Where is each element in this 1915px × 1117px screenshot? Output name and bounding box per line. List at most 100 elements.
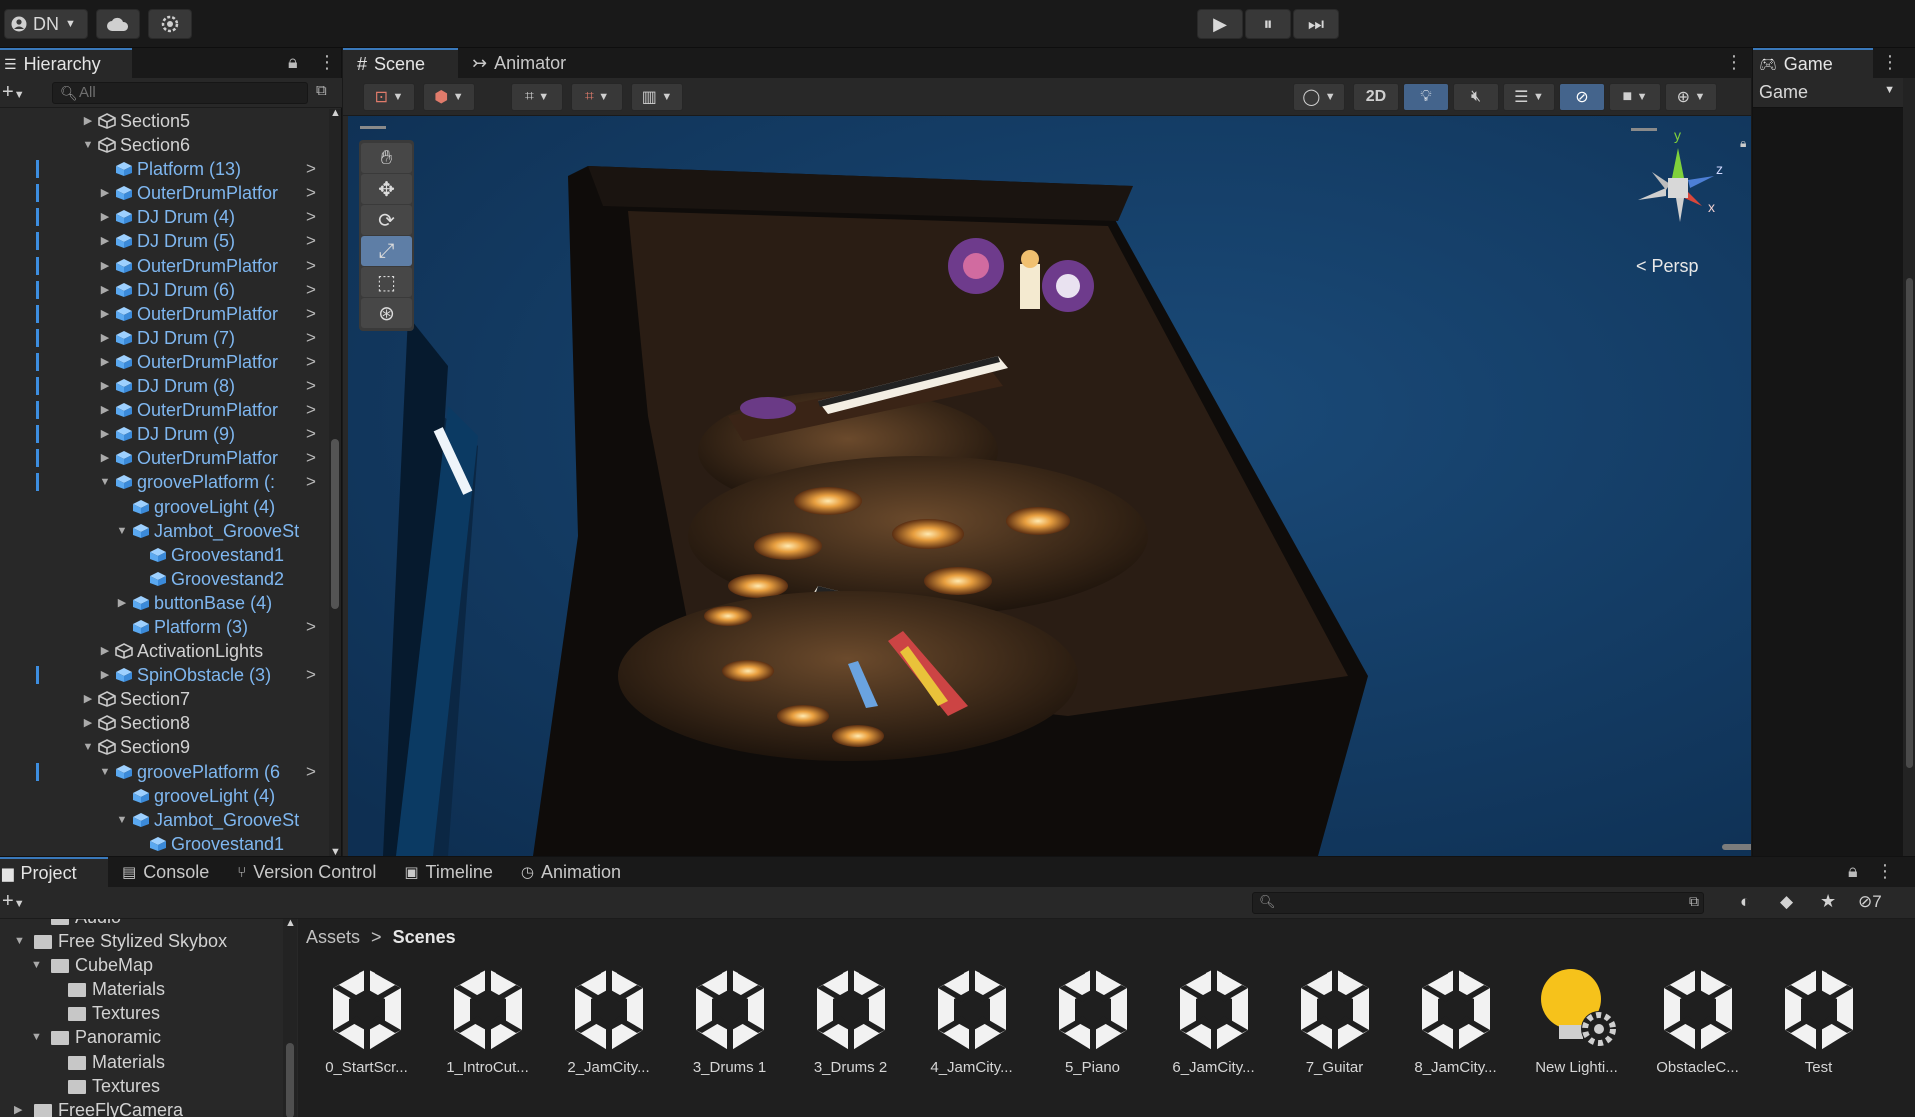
increment-snap-dropdown[interactable]: ⌗ ▼ xyxy=(571,83,623,111)
camera-dropdown[interactable]: ■ ▼ xyxy=(1609,83,1661,111)
scroll-up-icon[interactable]: ▲ xyxy=(330,107,341,119)
scrollbar-thumb[interactable] xyxy=(286,1043,294,1117)
hierarchy-item[interactable]: ▼ Jambot_GrooveSt xyxy=(0,519,328,543)
expand-arrow-icon[interactable]: ▼ xyxy=(115,808,129,832)
tab-hierarchy[interactable]: ☰ Hierarchy xyxy=(0,48,132,78)
folder-item[interactable]: Textures xyxy=(0,1074,283,1098)
expand-arrow-icon[interactable]: ▼ xyxy=(81,735,95,759)
chevron-right-icon[interactable]: > xyxy=(306,663,316,687)
hierarchy-item[interactable]: ▶ buttonBase (4) xyxy=(0,591,328,615)
scene-visibility-icon[interactable]: ⧉ xyxy=(316,82,327,99)
asset-item[interactable]: 6_JamCity... xyxy=(1161,967,1266,1076)
asset-item[interactable]: Test xyxy=(1766,967,1871,1076)
kebab-menu-icon[interactable]: ⋮ xyxy=(1876,861,1894,882)
expand-arrow-icon[interactable]: ▼ xyxy=(81,133,95,157)
expand-arrow-icon[interactable]: ▶ xyxy=(98,398,112,422)
chevron-right-icon[interactable]: > xyxy=(306,446,316,470)
hierarchy-item[interactable]: ▶ OuterDrumPlatfor > xyxy=(0,181,328,205)
kebab-menu-icon[interactable]: ⋮ xyxy=(1725,52,1743,73)
expand-arrow-icon[interactable]: ▶ xyxy=(81,109,95,133)
chevron-right-icon[interactable]: > xyxy=(306,181,316,205)
hierarchy-item[interactable]: ▶ SpinObstacle (3) > xyxy=(0,663,328,687)
filter-type-icon[interactable]: ◐ xyxy=(1740,892,1750,912)
breadcrumb-assets[interactable]: Assets xyxy=(306,927,360,947)
hierarchy-item[interactable]: ▶ OuterDrumPlatfor > xyxy=(0,446,328,470)
transform-tool[interactable]: ⊛ xyxy=(361,298,412,328)
expand-arrow-icon[interactable]: ▶ xyxy=(81,687,95,711)
collab-settings-button[interactable] xyxy=(148,9,192,39)
expand-arrow-icon[interactable]: ▶ xyxy=(98,278,112,302)
hierarchy-item[interactable]: ▶ DJ Drum (5) > xyxy=(0,229,328,253)
hierarchy-item[interactable]: ▼ Section6 xyxy=(0,133,328,157)
scroll-up-icon[interactable]: ▲ xyxy=(285,917,296,929)
hierarchy-item[interactable]: ▼ groovePlatform (: > xyxy=(0,470,328,494)
toggle-2d-button[interactable]: 2D xyxy=(1353,83,1399,111)
expand-arrow-icon[interactable]: ▼ xyxy=(31,1025,42,1049)
project-tree-scrollbar[interactable]: ▲ xyxy=(283,917,297,1117)
create-asset-button[interactable]: +▼ xyxy=(2,890,25,913)
expand-arrow-icon[interactable]: ▶ xyxy=(98,326,112,350)
kebab-menu-icon[interactable]: ⋮ xyxy=(318,52,336,73)
expand-arrow-icon[interactable]: ▼ xyxy=(14,929,25,953)
lock-icon[interactable]: 🔒︎ xyxy=(288,52,298,73)
lighting-toggle[interactable]: 💡︎ xyxy=(1403,83,1449,111)
search-options-icon[interactable]: ⧉ xyxy=(1689,893,1699,910)
account-dropdown[interactable]: DN ▼ xyxy=(4,9,88,39)
folder-item[interactable]: Materials xyxy=(0,1050,283,1074)
gizmo-lock-icon[interactable]: 🔒︎ xyxy=(1740,136,1746,151)
asset-item[interactable]: 8_JamCity... xyxy=(1403,967,1508,1076)
hierarchy-item[interactable]: ▶ DJ Drum (9) > xyxy=(0,422,328,446)
asset-item[interactable]: 4_JamCity... xyxy=(919,967,1024,1076)
expand-arrow-icon[interactable]: ▶ xyxy=(115,591,129,615)
expand-arrow-icon[interactable]: ▶ xyxy=(98,422,112,446)
chevron-right-icon[interactable]: > xyxy=(306,470,316,494)
chevron-right-icon[interactable]: > xyxy=(306,615,316,639)
asset-item[interactable]: New Lighti... xyxy=(1524,967,1629,1076)
hierarchy-item[interactable]: ▶ DJ Drum (4) > xyxy=(0,205,328,229)
asset-item[interactable]: 3_Drums 1 xyxy=(677,967,782,1076)
expand-arrow-icon[interactable]: ▼ xyxy=(115,519,129,543)
asset-item[interactable]: 0_StartScr... xyxy=(314,967,419,1076)
hierarchy-item[interactable]: ▶ OuterDrumPlatfor > xyxy=(0,350,328,374)
step-button[interactable]: ⏭ xyxy=(1293,9,1339,39)
folder-item[interactable]: ▼ Free Stylized Skybox xyxy=(0,929,283,953)
chevron-right-icon[interactable]: > xyxy=(306,278,316,302)
cloud-button[interactable] xyxy=(96,9,140,39)
orientation-gizmo[interactable]: y z x xyxy=(1618,128,1738,238)
hidden-packages-toggle[interactable]: ⊘7 xyxy=(1858,892,1882,912)
project-search-input[interactable]: 🔍︎ ⧉ xyxy=(1252,892,1704,914)
overlay-handle[interactable] xyxy=(360,126,386,129)
expand-arrow-icon[interactable]: ▶ xyxy=(98,181,112,205)
scrollbar-thumb[interactable] xyxy=(331,439,339,609)
hierarchy-item[interactable]: ▼ Section9 xyxy=(0,735,328,759)
hierarchy-item[interactable]: ▼ Jambot_GrooveSt xyxy=(0,808,328,832)
chevron-right-icon[interactable]: > xyxy=(306,422,316,446)
tab-timeline[interactable]: ▣ Timeline xyxy=(390,857,507,887)
expand-arrow-icon[interactable]: ▶ xyxy=(98,229,112,253)
hierarchy-item[interactable]: ▶ Section8 xyxy=(0,711,328,735)
folder-item[interactable]: ▶ FreeFlyCamera xyxy=(0,1098,283,1117)
chevron-right-icon[interactable]: > xyxy=(306,374,316,398)
hierarchy-item[interactable]: Groovestand1 xyxy=(0,832,328,856)
chevron-right-icon[interactable]: > xyxy=(306,326,316,350)
tab-animation[interactable]: ◷ Animation xyxy=(507,857,635,887)
expand-arrow-icon[interactable]: ▶ xyxy=(98,374,112,398)
expand-arrow-icon[interactable]: ▶ xyxy=(98,350,112,374)
scene-viewport[interactable]: ✋︎ ✥ ⟳ ⤢ ⬚ ⊛ y z x 🔒︎ < Persp xyxy=(348,116,1751,856)
hierarchy-item[interactable]: Platform (3) > xyxy=(0,615,328,639)
draw-mode-dropdown[interactable]: ◯ ▼ xyxy=(1293,83,1345,111)
asset-item[interactable]: 1_IntroCut... xyxy=(435,967,540,1076)
rotate-tool[interactable]: ⟳ xyxy=(361,205,412,235)
folder-item[interactable]: Textures xyxy=(0,1001,283,1025)
expand-arrow-icon[interactable]: ▶ xyxy=(98,663,112,687)
favorite-star-icon[interactable]: ★ xyxy=(1820,891,1836,912)
tab-project[interactable]: ▆ Project xyxy=(0,857,108,887)
chevron-right-icon[interactable]: > xyxy=(306,350,316,374)
folder-item[interactable]: Materials xyxy=(0,977,283,1001)
projection-toggle[interactable]: < Persp xyxy=(1636,256,1699,277)
expand-arrow-icon[interactable]: ▶ xyxy=(98,205,112,229)
viewport-scroll-thumb[interactable] xyxy=(1722,844,1751,850)
chevron-right-icon[interactable]: > xyxy=(306,302,316,326)
hierarchy-item[interactable]: ▶ DJ Drum (6) > xyxy=(0,278,328,302)
expand-arrow-icon[interactable]: ▼ xyxy=(31,953,42,977)
